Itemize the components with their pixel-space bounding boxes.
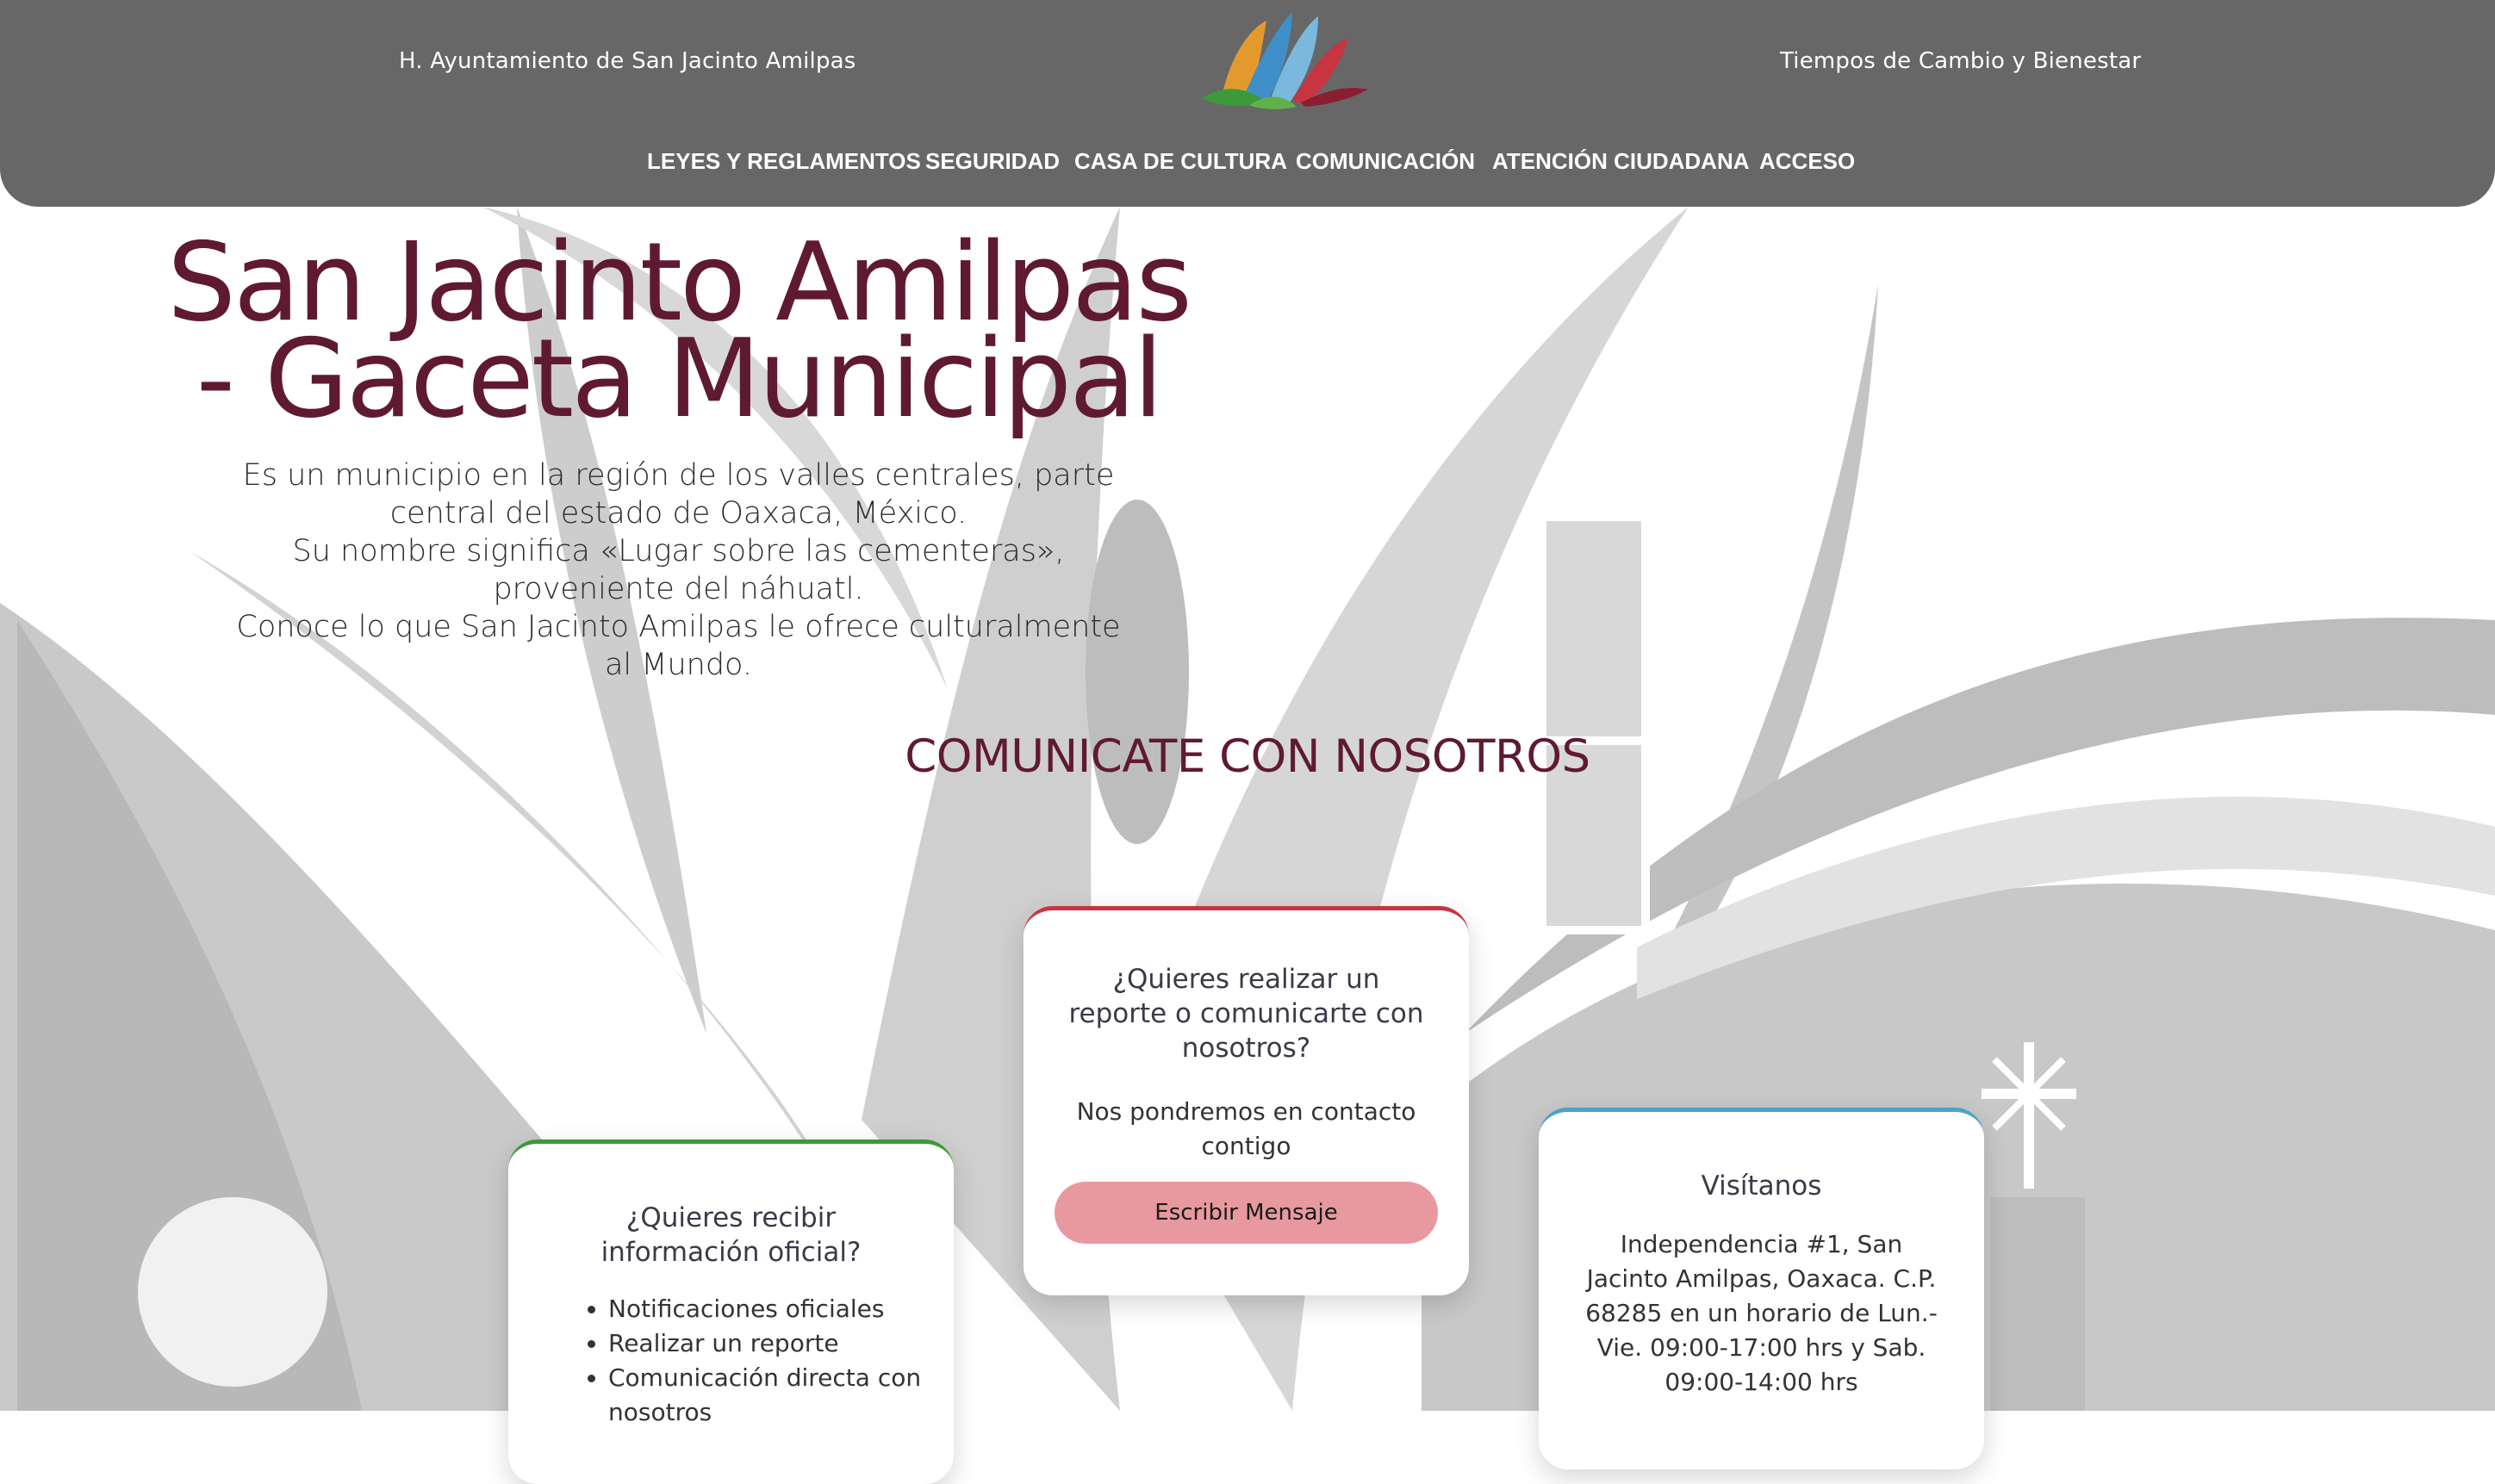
info-card-list: Notificaciones oficiales Realizar un rep… — [586, 1292, 944, 1430]
municipal-logo-icon[interactable] — [1198, 3, 1370, 111]
contact-section-title: COMUNICATE CON NOSOTROS — [905, 730, 1590, 783]
visit-card-title: Visítanos — [1701, 1170, 1822, 1201]
municipality-name: H. Ayuntamiento de San Jacinto Amilpas — [399, 48, 856, 74]
nav-acceso[interactable]: ACCESO — [1759, 148, 1855, 175]
report-card: ¿Quieres realizar un reporte o comunicar… — [1024, 906, 1469, 1295]
hero-line: Es un municipio en la región de los vall… — [242, 458, 1115, 493]
nav-atencion-ciudadana[interactable]: ATENCIÓN CIUDADANA — [1492, 148, 1750, 175]
list-item: Notificaciones oficiales — [608, 1292, 944, 1326]
hero-line: central del estado de Oaxaca, México. — [389, 496, 968, 531]
page-title: San Jacinto Amilpas - Gaceta Municipal — [103, 228, 1254, 433]
main-nav: LEYES Y REGLAMENTOS SEGURIDAD CASA DE CU… — [0, 148, 2495, 183]
visit-card: Visítanos Independencia #1, San Jacinto … — [1539, 1108, 1984, 1469]
list-item: Realizar un reporte — [608, 1326, 944, 1361]
report-card-body: Nos pondremos en contacto contigo — [1076, 1097, 1416, 1160]
page-title-line-2: - Gaceta Municipal — [196, 315, 1164, 442]
list-item: Comunicación directa con nosotros — [608, 1361, 944, 1430]
hero-line: proveniente del náhuatl. — [493, 572, 864, 606]
hero-description: Es un municipio en la región de los vall… — [207, 456, 1150, 684]
hero-line: al Mundo. — [604, 648, 752, 682]
site-header: H. Ayuntamiento de San Jacinto Amilpas T… — [0, 0, 2495, 207]
hero-line: Su nombre significa «Lugar sobre las cem… — [292, 534, 1065, 568]
report-card-title: ¿Quieres realizar un reporte o comunicar… — [1068, 964, 1424, 1064]
nav-leyes-reglamentos[interactable]: LEYES Y REGLAMENTOS — [647, 148, 921, 175]
nav-comunicacion[interactable]: COMUNICACIÓN — [1296, 148, 1475, 175]
hero-line: Conoce lo que San Jacinto Amilpas le ofr… — [236, 610, 1121, 644]
write-message-button[interactable]: Escribir Mensaje — [1055, 1182, 1438, 1244]
nav-seguridad[interactable]: SEGURIDAD — [925, 148, 1060, 175]
visit-card-body: Independencia #1, San Jacinto Amilpas, O… — [1585, 1230, 1938, 1396]
info-card: ¿Quieres recibir información oficial? No… — [508, 1139, 954, 1484]
nav-casa-de-cultura[interactable]: CASA DE CULTURA — [1074, 148, 1287, 175]
slogan: Tiempos de Cambio y Bienestar — [1780, 48, 2142, 74]
info-card-title: ¿Quieres recibir información oficial? — [600, 1202, 862, 1268]
